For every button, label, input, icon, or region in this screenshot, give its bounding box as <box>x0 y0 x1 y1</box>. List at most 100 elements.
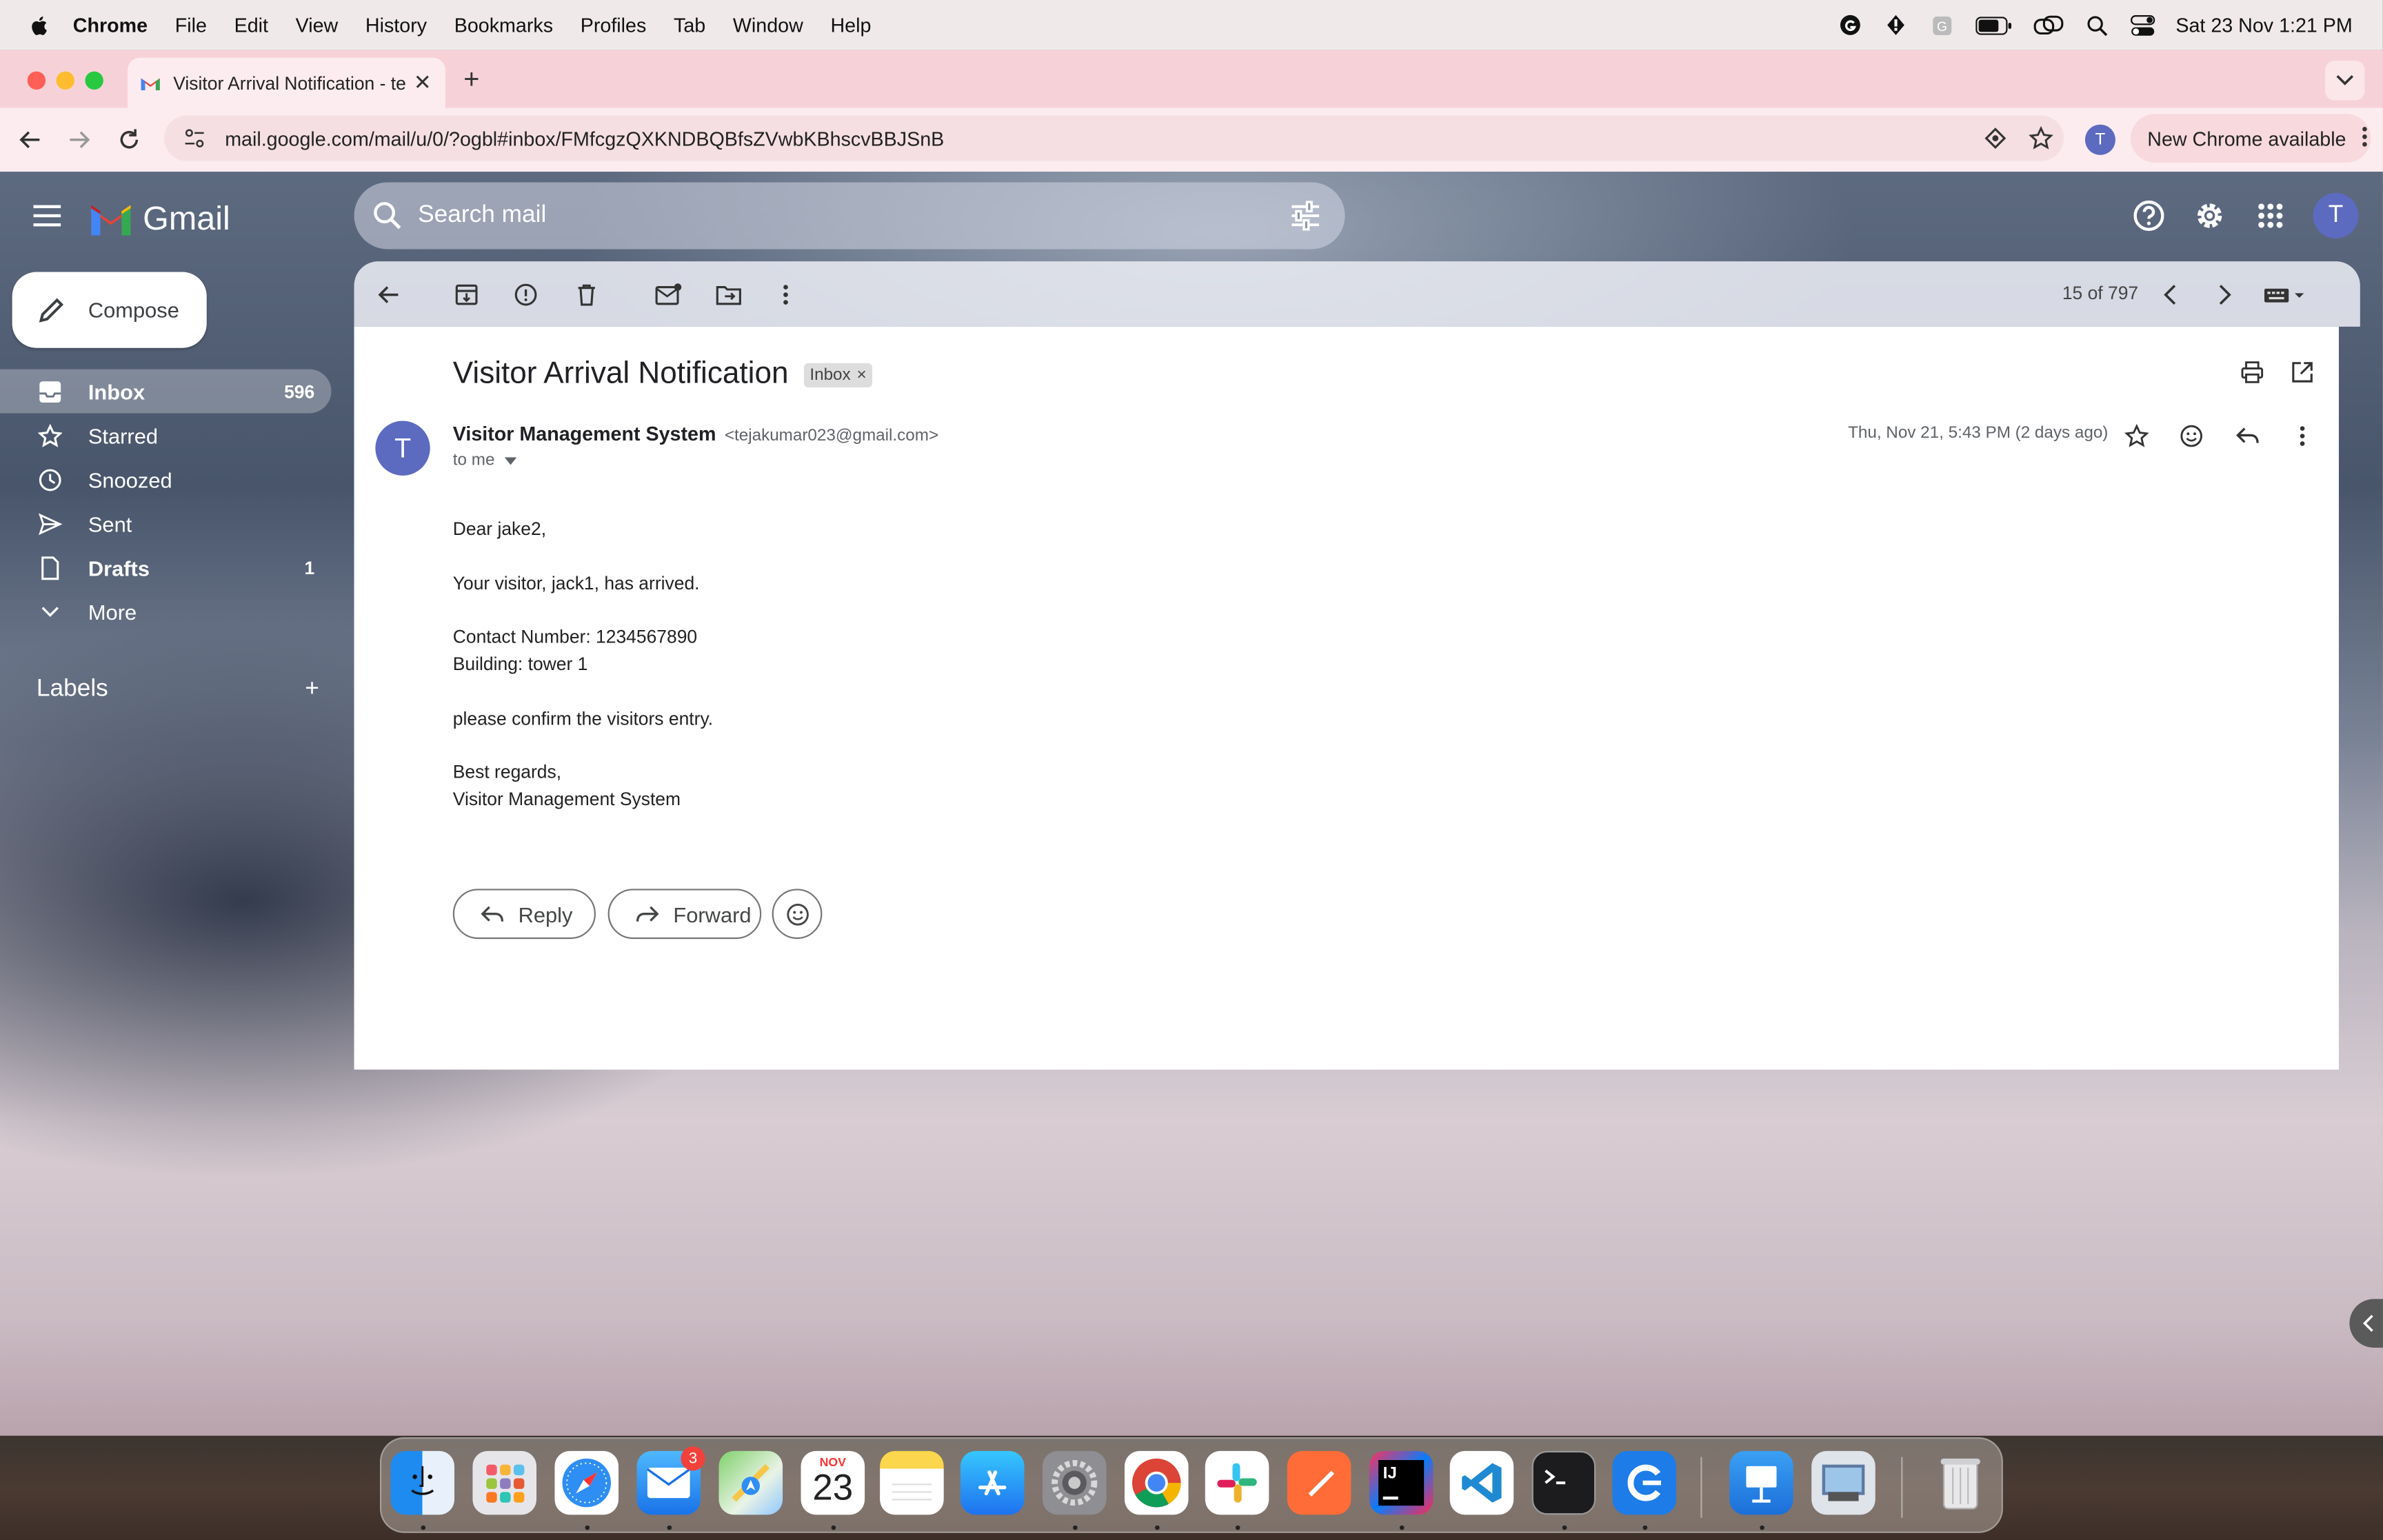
browser-tab-active[interactable]: Visitor Arrival Notification - te ✕ <box>128 57 445 108</box>
battery-icon[interactable] <box>1975 13 2011 37</box>
url-text[interactable]: mail.google.com/mail/u/0/?ogbl#inbox/FMf… <box>225 127 1973 150</box>
main-menu-icon[interactable] <box>33 202 63 230</box>
menu-file[interactable]: File <box>175 14 207 37</box>
show-side-panel-button[interactable] <box>2349 1299 2383 1348</box>
menu-window[interactable]: Window <box>733 14 803 37</box>
print-icon[interactable] <box>2237 357 2267 387</box>
recipient-details-toggle[interactable]: to me <box>453 452 516 469</box>
trash-icon[interactable] <box>1929 1451 1993 1515</box>
gmail-m-icon <box>91 205 131 236</box>
launchpad-icon[interactable] <box>472 1450 537 1515</box>
postman-icon[interactable] <box>1287 1450 1351 1515</box>
menu-history[interactable]: History <box>365 14 427 37</box>
bookmark-star-icon[interactable] <box>2018 125 2064 150</box>
remove-label-icon[interactable]: × <box>857 365 867 383</box>
address-bar[interactable]: mail.google.com/mail/u/0/?ogbl#inbox/FMf… <box>164 115 2064 161</box>
add-reaction-icon[interactable] <box>2176 421 2206 452</box>
older-message-icon[interactable] <box>2210 280 2240 310</box>
close-window-button[interactable] <box>27 71 46 90</box>
tab-strip: Visitor Arrival Notification - te ✕ + <box>0 50 2383 108</box>
sidebar-item-inbox[interactable]: Inbox 596 <box>0 369 332 414</box>
reply-button[interactable]: Reply <box>452 889 596 940</box>
search-options-icon[interactable] <box>1287 198 1324 234</box>
forward-icon[interactable] <box>64 125 94 155</box>
menu-view[interactable]: View <box>296 14 339 37</box>
input-tools-icon[interactable] <box>2263 280 2312 310</box>
site-info-icon[interactable] <box>177 121 213 154</box>
vpn-icon[interactable] <box>1884 13 1908 37</box>
move-to-icon[interactable] <box>714 280 745 310</box>
search-input[interactable]: Search mail <box>418 202 1287 230</box>
mark-unread-icon[interactable] <box>654 280 684 310</box>
star-message-icon[interactable] <box>2122 421 2152 452</box>
screen-mirroring-icon[interactable] <box>2033 13 2063 37</box>
back-to-inbox-icon[interactable] <box>374 280 404 310</box>
new-chrome-available-button[interactable]: New Chrome available <box>2131 114 2371 163</box>
lens-icon[interactable] <box>1973 126 2018 150</box>
reload-icon[interactable] <box>114 125 144 155</box>
sidebar-item-more[interactable]: More <box>0 589 331 634</box>
new-tab-button[interactable]: + <box>463 64 479 96</box>
apple-logo-icon[interactable] <box>28 13 52 37</box>
inbox-label-chip[interactable]: Inbox × <box>803 362 873 387</box>
delete-icon[interactable] <box>572 280 602 310</box>
spotlight-search-icon[interactable] <box>2084 13 2109 37</box>
slack-icon[interactable] <box>1205 1450 1269 1515</box>
ccleaner-icon[interactable] <box>1612 1450 1677 1515</box>
archive-icon[interactable] <box>452 280 482 310</box>
menu-help[interactable]: Help <box>830 14 871 37</box>
compose-button[interactable]: Compose <box>12 272 207 348</box>
search-bar[interactable]: Search mail <box>354 182 1345 250</box>
emoji-reaction-button[interactable] <box>772 889 823 940</box>
calendar-icon[interactable]: NOV 23 <box>801 1450 865 1515</box>
report-spam-icon[interactable] <box>511 280 541 310</box>
close-tab-icon[interactable]: ✕ <box>412 70 433 95</box>
newer-message-icon[interactable] <box>2155 280 2185 310</box>
menu-bookmarks[interactable]: Bookmarks <box>454 14 553 37</box>
reply-icon[interactable] <box>2233 421 2263 452</box>
sender-avatar[interactable]: T <box>375 421 430 476</box>
menu-edit[interactable]: Edit <box>234 14 268 37</box>
google-apps-icon[interactable] <box>2252 198 2289 234</box>
account-avatar[interactable]: T <box>2313 192 2359 239</box>
sidebar-item-starred[interactable]: Starred <box>0 413 331 457</box>
sender-name[interactable]: Visitor Management System <box>453 423 716 445</box>
settings-gear-icon[interactable] <box>2191 198 2228 234</box>
maximize-window-button[interactable] <box>85 71 103 90</box>
intellij-idea-icon[interactable]: IJ <box>1369 1450 1434 1515</box>
menubar-datetime[interactable]: Sat 23 Nov 1:21 PM <box>2175 14 2352 37</box>
message-more-icon[interactable] <box>2287 421 2317 452</box>
maps-icon[interactable] <box>718 1450 783 1515</box>
kebab-menu-icon <box>2362 125 2368 151</box>
notes-icon[interactable] <box>880 1450 944 1515</box>
back-icon[interactable] <box>15 125 46 155</box>
chrome-profile-avatar[interactable]: T <box>2084 124 2115 155</box>
minimize-window-button[interactable] <box>56 71 74 90</box>
forward-button[interactable]: Forward <box>607 889 762 940</box>
menu-app-name[interactable]: Chrome <box>73 14 148 37</box>
preview-icon[interactable] <box>1811 1450 1876 1515</box>
gmail-logo[interactable]: Gmail <box>88 199 230 239</box>
terminal-icon[interactable] <box>1531 1450 1596 1515</box>
grammarly-icon[interactable] <box>1838 13 1862 37</box>
vscode-icon[interactable] <box>1449 1450 1514 1515</box>
finder-icon[interactable] <box>390 1450 454 1515</box>
control-center-icon[interactable] <box>2130 13 2155 37</box>
tab-search-button[interactable] <box>2325 61 2365 101</box>
help-icon[interactable] <box>2131 198 2167 234</box>
search-icon[interactable] <box>372 201 403 231</box>
menu-tab[interactable]: Tab <box>674 14 705 37</box>
add-label-button[interactable]: + <box>305 676 319 704</box>
keynote-icon[interactable] <box>1729 1450 1793 1515</box>
sidebar-item-snoozed[interactable]: Snoozed <box>0 457 331 501</box>
chrome-icon[interactable] <box>1124 1450 1189 1515</box>
open-in-new-window-icon[interactable] <box>2287 357 2317 387</box>
sidebar-item-drafts[interactable]: Drafts 1 <box>0 545 331 589</box>
menu-profiles[interactable]: Profiles <box>581 14 647 37</box>
safari-icon[interactable] <box>554 1450 619 1515</box>
app-store-icon[interactable] <box>960 1450 1025 1515</box>
clipboard-icon[interactable]: G <box>1929 13 1953 37</box>
sidebar-item-sent[interactable]: Sent <box>0 501 331 545</box>
system-settings-icon[interactable] <box>1042 1450 1107 1515</box>
more-actions-icon[interactable] <box>770 280 801 310</box>
